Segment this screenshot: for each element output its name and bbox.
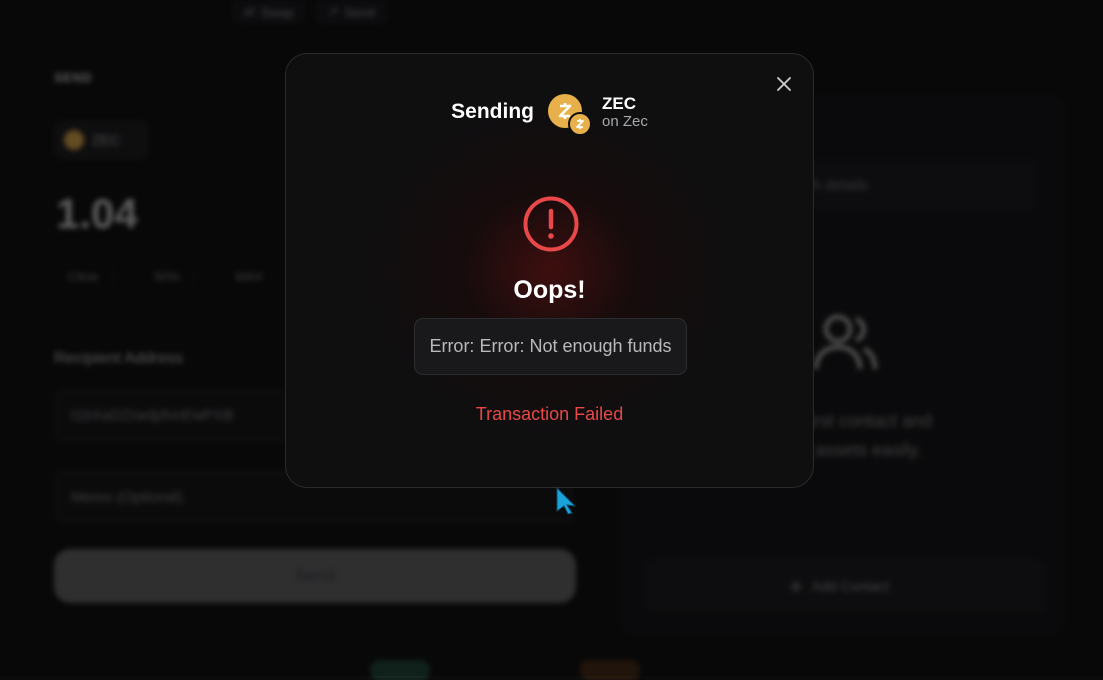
network-badge-icon bbox=[567, 112, 592, 136]
alert-circle-icon bbox=[523, 196, 579, 252]
token-icon bbox=[547, 94, 592, 136]
transaction-status: Transaction Failed bbox=[475, 404, 624, 424]
sending-label: Sending bbox=[451, 100, 534, 123]
modal-header: Sending ZEC on Zec bbox=[286, 94, 813, 136]
transaction-result-modal: Sending ZEC on Zec Oops! Error: Error: N… bbox=[285, 53, 814, 488]
close-icon[interactable] bbox=[775, 75, 793, 93]
token-network: on Zec bbox=[601, 113, 648, 130]
cursor-icon bbox=[556, 486, 577, 515]
token-symbol: ZEC bbox=[601, 94, 636, 113]
error-message-box: Error: Error: Not enough funds bbox=[414, 318, 687, 375]
error-message: Error: Error: Not enough funds bbox=[429, 336, 672, 356]
modal-title: Oops! bbox=[513, 276, 586, 304]
token-info: ZEC on Zec bbox=[602, 94, 648, 130]
